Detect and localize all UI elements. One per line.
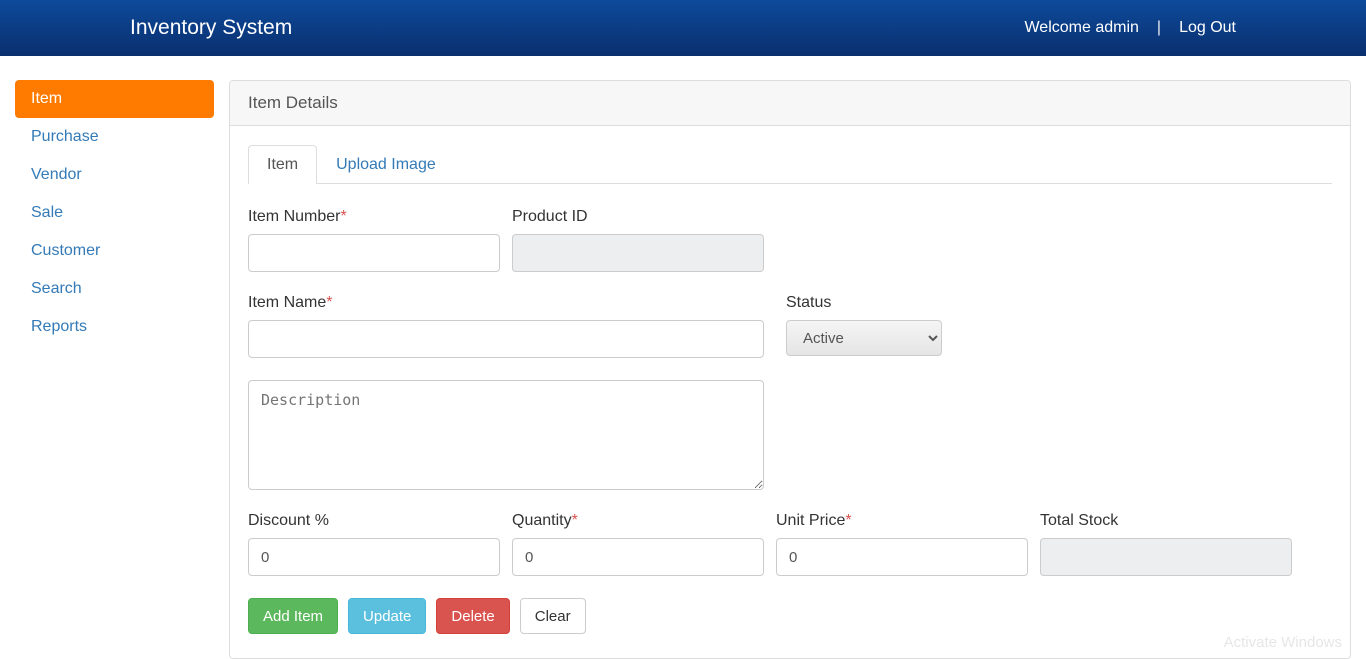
sidebar-item-label: Item [15, 80, 214, 118]
navbar: Inventory System Welcome admin | Log Out [0, 0, 1366, 56]
action-buttons: Add Item Update Delete Clear [248, 598, 1332, 634]
field-unit-price: Unit Price* [776, 512, 1028, 576]
sidebar-item-search[interactable]: Search [15, 270, 214, 308]
label-text: Unit Price [776, 512, 845, 529]
logout-link[interactable]: Log Out [1179, 19, 1236, 37]
field-product-id: Product ID [512, 208, 764, 272]
required-marker: * [845, 512, 851, 529]
panel-title: Item Details [230, 81, 1350, 126]
sidebar-item-label: Reports [15, 308, 214, 346]
field-description [248, 380, 764, 490]
sidebar-item-label: Sale [15, 194, 214, 232]
field-item-name: Item Name* [248, 294, 764, 358]
sidebar-item-label: Search [15, 270, 214, 308]
discount-input[interactable] [248, 538, 500, 576]
app-brand[interactable]: Inventory System [130, 16, 292, 40]
update-button[interactable]: Update [348, 598, 426, 634]
navbar-right: Welcome admin | Log Out [1024, 19, 1236, 37]
quantity-input[interactable] [512, 538, 764, 576]
tab-upload-image[interactable]: Upload Image [317, 145, 455, 184]
label-status: Status [786, 294, 942, 312]
sidebar-item-customer[interactable]: Customer [15, 232, 214, 270]
label-item-number: Item Number* [248, 208, 500, 226]
tab-item[interactable]: Item [248, 145, 317, 184]
label-text: Quantity [512, 512, 572, 529]
sidebar-item-vendor[interactable]: Vendor [15, 156, 214, 194]
item-name-input[interactable] [248, 320, 764, 358]
sidebar-item-label: Customer [15, 232, 214, 270]
main-content: Item Details Item Upload Image Item Numb… [214, 80, 1366, 659]
sidebar-item-item[interactable]: Item [15, 80, 214, 118]
label-text: Item Number [248, 208, 340, 225]
sidebar-item-sale[interactable]: Sale [15, 194, 214, 232]
field-status: Status Active [786, 294, 942, 358]
welcome-text: Welcome admin [1024, 19, 1138, 37]
required-marker: * [572, 512, 578, 529]
label-item-name: Item Name* [248, 294, 764, 312]
clear-button[interactable]: Clear [520, 598, 586, 634]
add-item-button[interactable]: Add Item [248, 598, 338, 634]
item-number-input[interactable] [248, 234, 500, 272]
status-select[interactable]: Active [786, 320, 942, 356]
sidebar-item-label: Purchase [15, 118, 214, 156]
sidebar-item-reports[interactable]: Reports [15, 308, 214, 346]
item-details-panel: Item Details Item Upload Image Item Numb… [229, 80, 1351, 659]
field-quantity: Quantity* [512, 512, 764, 576]
label-total-stock: Total Stock [1040, 512, 1292, 530]
sidebar-item-purchase[interactable]: Purchase [15, 118, 214, 156]
description-textarea[interactable] [248, 380, 764, 490]
sidebar-item-label: Vendor [15, 156, 214, 194]
required-marker: * [340, 208, 346, 225]
label-unit-price: Unit Price* [776, 512, 1028, 530]
required-marker: * [326, 294, 332, 311]
field-item-number: Item Number* [248, 208, 500, 272]
delete-button[interactable]: Delete [436, 598, 509, 634]
tabs: Item Upload Image [248, 144, 1332, 184]
unit-price-input[interactable] [776, 538, 1028, 576]
field-discount: Discount % [248, 512, 500, 576]
product-id-input [512, 234, 764, 272]
field-total-stock: Total Stock [1040, 512, 1292, 576]
navbar-separator: | [1157, 19, 1161, 37]
total-stock-input [1040, 538, 1292, 576]
label-quantity: Quantity* [512, 512, 764, 530]
label-discount: Discount % [248, 512, 500, 530]
label-product-id: Product ID [512, 208, 764, 226]
label-text: Item Name [248, 294, 326, 311]
sidebar: Item Purchase Vendor Sale Customer Searc… [0, 80, 214, 659]
